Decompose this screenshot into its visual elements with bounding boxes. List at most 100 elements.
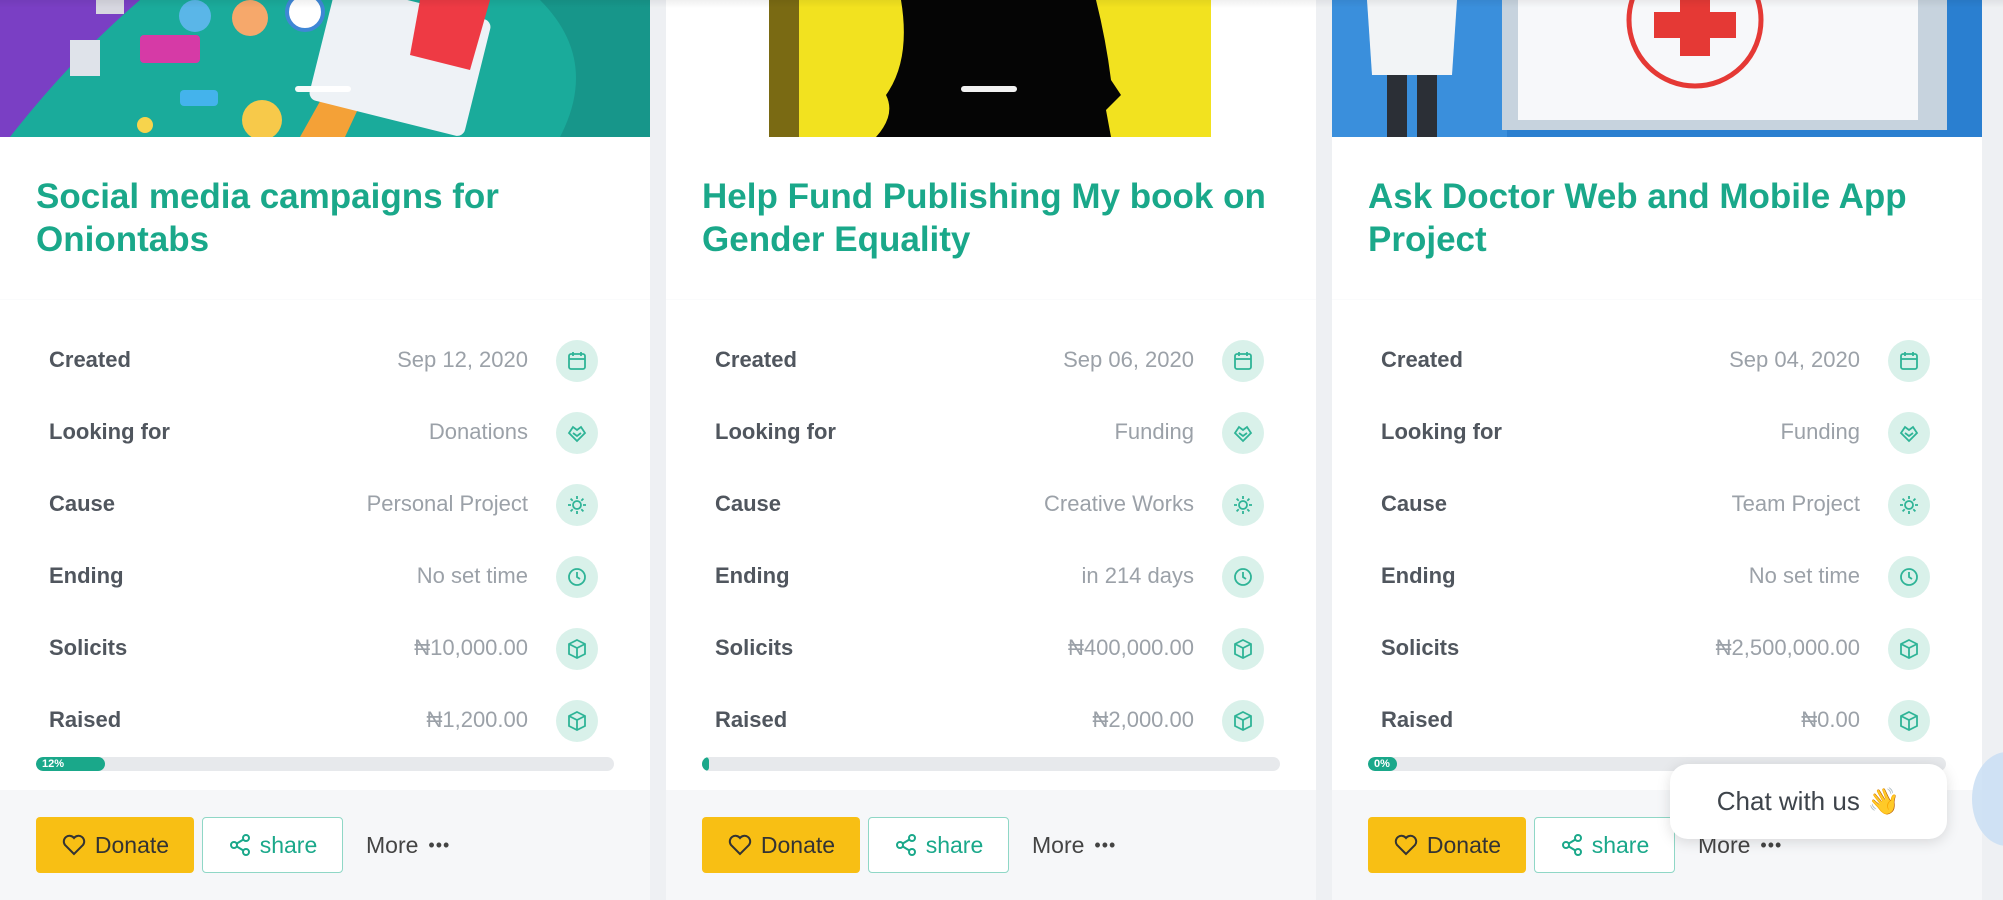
- calendar-icon: [1888, 340, 1930, 382]
- campaign-thumbnail[interactable]: [1332, 0, 1982, 137]
- progress-percent: 0%: [1374, 758, 1390, 770]
- card-header: Social media campaigns for Oniontabs: [0, 137, 650, 299]
- detail-label: Ending: [715, 563, 790, 588]
- detail-row-ending: Ending No set time: [0, 541, 650, 613]
- campaign-details: Created Sep 04, 2020 Looking for Funding…: [1332, 300, 1982, 790]
- share-icon: [229, 834, 250, 856]
- hand-heart-icon: [1222, 412, 1264, 454]
- box-icon: [1888, 628, 1930, 670]
- detail-label: Cause: [49, 491, 116, 516]
- share-label: share: [1591, 831, 1650, 858]
- share-button[interactable]: share: [868, 817, 1009, 873]
- share-label: share: [925, 831, 984, 858]
- campaign-thumbnail[interactable]: [666, 0, 1316, 137]
- funding-progress-bar: 12%: [36, 757, 614, 771]
- donate-button[interactable]: Donate: [1368, 817, 1526, 873]
- share-button[interactable]: share: [202, 817, 343, 873]
- detail-label: Raised: [1381, 707, 1454, 732]
- detail-row-looking-for: Looking for Funding: [666, 397, 1316, 469]
- detail-value: Creative Works: [1044, 491, 1194, 516]
- detail-row-solicits: Solicits ₦2,500,000.00: [1332, 613, 1982, 685]
- chat-widget-button[interactable]: Chat with us 👋: [1670, 764, 1947, 839]
- campaign-card: Social media campaigns for Oniontabs Cre…: [0, 0, 650, 900]
- detail-label: Cause: [1381, 491, 1448, 516]
- detail-value: Team Project: [1731, 491, 1860, 516]
- campaign-title[interactable]: Social media campaigns for Oniontabs: [36, 175, 626, 261]
- detail-row-created: Created Sep 06, 2020: [666, 325, 1316, 397]
- campaign-title[interactable]: Ask Doctor Web and Mobile App Project: [1368, 175, 1958, 261]
- calendar-icon: [1222, 340, 1264, 382]
- detail-value: ₦1,200.00: [426, 707, 528, 732]
- campaign-details: Created Sep 12, 2020 Looking for Donatio…: [0, 300, 650, 790]
- share-icon: [1561, 834, 1582, 856]
- detail-label: Solicits: [1381, 635, 1460, 660]
- detail-row-solicits: Solicits ₦10,000.00: [0, 613, 650, 685]
- detail-label: Solicits: [715, 635, 794, 660]
- detail-label: Ending: [49, 563, 124, 588]
- detail-value: Funding: [1114, 419, 1194, 444]
- carousel-indicator: [961, 86, 1017, 92]
- detail-value: ₦2,000.00: [1092, 707, 1194, 732]
- detail-row-cause: Cause Creative Works: [666, 469, 1316, 541]
- clock-icon: [1888, 556, 1930, 598]
- donate-label: Donate: [1426, 831, 1502, 858]
- detail-value: in 214 days: [1081, 563, 1194, 588]
- chat-label: Chat with us: [1716, 786, 1860, 816]
- box-icon: [1222, 700, 1264, 742]
- hand-heart-icon: [1888, 412, 1930, 454]
- detail-row-ending: Ending No set time: [1332, 541, 1982, 613]
- detail-value: Sep 04, 2020: [1729, 347, 1860, 372]
- detail-label: Created: [1381, 347, 1463, 372]
- detail-row-raised: Raised ₦1,200.00: [0, 685, 650, 757]
- donate-button[interactable]: Donate: [36, 817, 194, 873]
- detail-value: No set time: [1748, 563, 1860, 588]
- detail-label: Created: [49, 347, 131, 372]
- detail-row-cause: Cause Personal Project: [0, 469, 650, 541]
- clock-icon: [1222, 556, 1264, 598]
- box-icon: [556, 700, 598, 742]
- clock-icon: [556, 556, 598, 598]
- heart-icon: [1394, 834, 1418, 856]
- more-label: More: [1032, 831, 1085, 858]
- detail-label: Looking for: [49, 419, 170, 444]
- detail-value: ₦10,000.00: [414, 635, 528, 660]
- detail-label: Looking for: [715, 419, 836, 444]
- detail-value: ₦0.00: [1801, 707, 1860, 732]
- progress-fill: [702, 757, 709, 771]
- share-button[interactable]: share: [1534, 817, 1675, 873]
- detail-value: ₦2,500,000.00: [1715, 635, 1860, 660]
- detail-value: Donations: [428, 419, 528, 444]
- detail-label: Created: [715, 347, 797, 372]
- detail-row-cause: Cause Team Project: [1332, 469, 1982, 541]
- detail-label: Ending: [1381, 563, 1456, 588]
- campaign-thumbnail[interactable]: [0, 0, 650, 137]
- detail-value: Sep 12, 2020: [397, 347, 528, 372]
- detail-row-created: Created Sep 04, 2020: [1332, 325, 1982, 397]
- detail-row-solicits: Solicits ₦400,000.00: [666, 613, 1316, 685]
- ellipsis-icon: •••: [428, 834, 451, 855]
- detail-row-raised: Raised ₦2,000.00: [666, 685, 1316, 757]
- detail-label: Solicits: [49, 635, 128, 660]
- wave-icon: 👋: [1867, 786, 1901, 816]
- hand-heart-icon: [556, 412, 598, 454]
- ellipsis-icon: •••: [1094, 834, 1117, 855]
- detail-row-created: Created Sep 12, 2020: [0, 325, 650, 397]
- more-menu-button[interactable]: More •••: [1032, 817, 1116, 873]
- detail-value: No set time: [416, 563, 528, 588]
- campaign-title[interactable]: Help Fund Publishing My book on Gender E…: [702, 175, 1292, 261]
- detail-label: Cause: [715, 491, 782, 516]
- more-label: More: [366, 831, 419, 858]
- detail-row-raised: Raised ₦0.00: [1332, 685, 1982, 757]
- card-footer: Donate share More •••: [666, 790, 1316, 900]
- detail-row-looking-for: Looking for Funding: [1332, 397, 1982, 469]
- card-header: Help Fund Publishing My book on Gender E…: [666, 137, 1316, 299]
- detail-label: Raised: [715, 707, 788, 732]
- donate-button[interactable]: Donate: [702, 817, 860, 873]
- more-menu-button[interactable]: More •••: [366, 817, 450, 873]
- gear-icon: [556, 484, 598, 526]
- detail-value: Funding: [1780, 419, 1860, 444]
- share-label: share: [259, 831, 318, 858]
- detail-label: Raised: [49, 707, 122, 732]
- box-icon: [1888, 700, 1930, 742]
- campaign-card: Help Fund Publishing My book on Gender E…: [666, 0, 1316, 900]
